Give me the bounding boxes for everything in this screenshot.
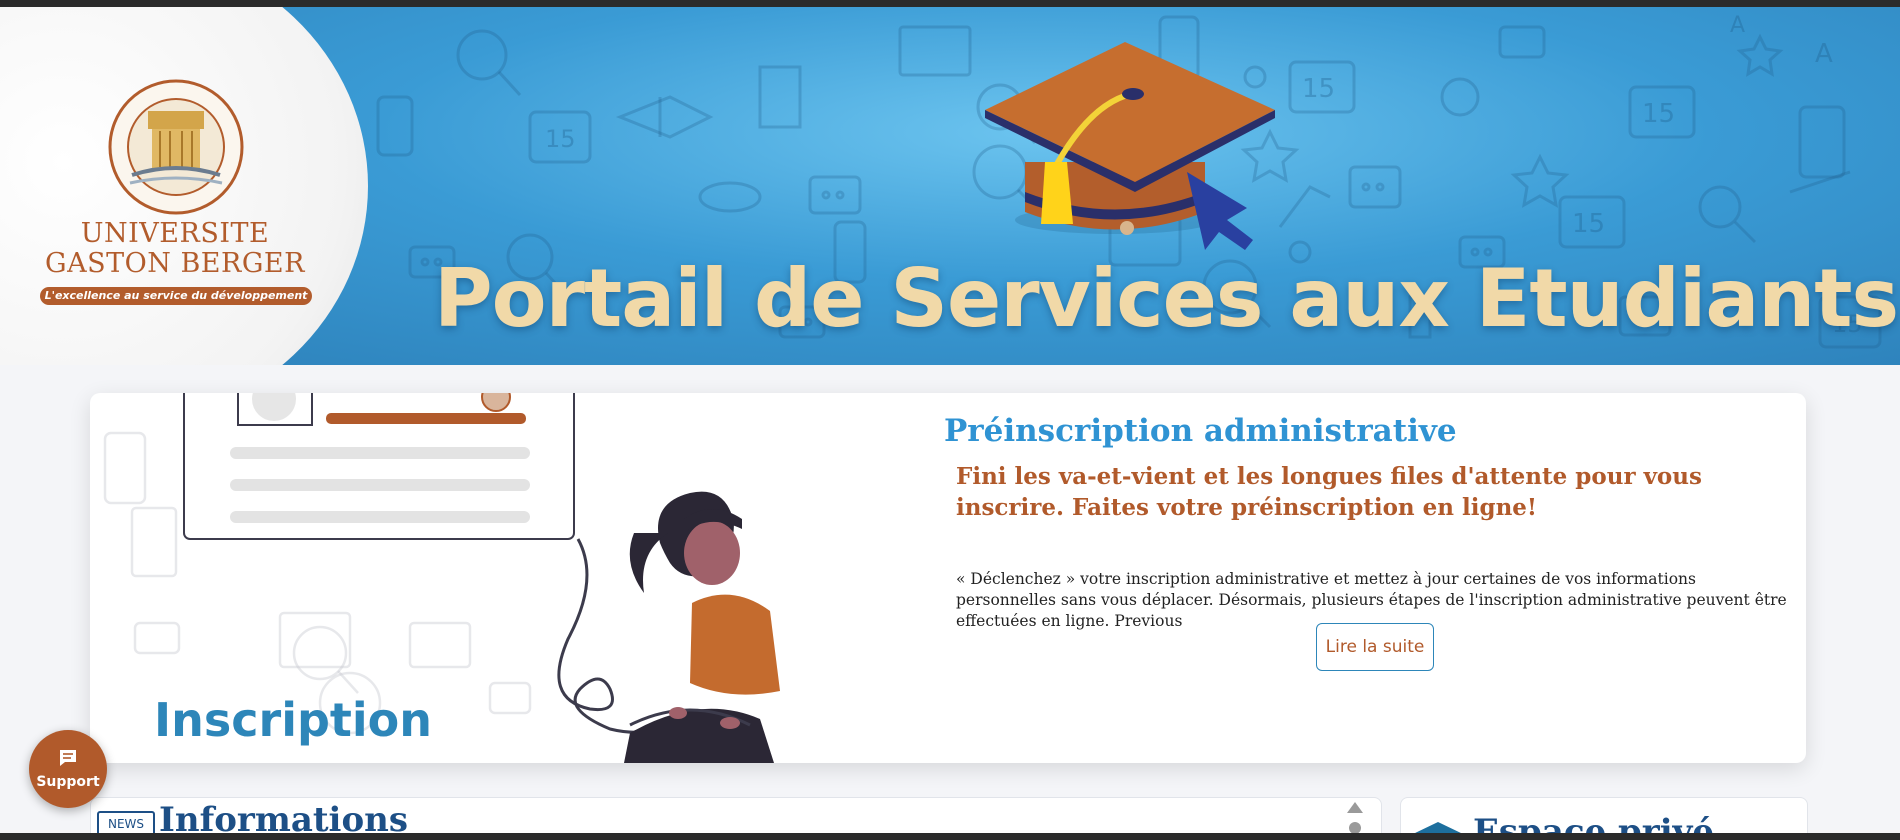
svg-text:A: A (1730, 13, 1745, 38)
svg-text:A: A (1815, 39, 1833, 69)
private-space-panel: Espace privé (1400, 797, 1808, 833)
informations-title: Informations (159, 800, 409, 833)
inscription-card: Inscription Préinscription administrativ… (90, 393, 1806, 763)
chat-icon (60, 750, 76, 766)
scrollbar-thumb[interactable] (1349, 822, 1361, 833)
portal-title: Portail de Services aux Etudiants (434, 252, 1899, 345)
svg-text:15: 15 (1302, 74, 1335, 104)
window-bottom-border (0, 833, 1900, 840)
header-banner: 15 15 15 15 15 A A UNIVERSITE GASTON BER… (0, 7, 1900, 365)
news-icon: NEWS (97, 811, 155, 833)
private-space-title: Espace privé (1473, 812, 1715, 833)
university-seal-logo (108, 79, 244, 215)
section-label: Inscription (154, 693, 432, 747)
scroll-up-arrow-icon[interactable] (1347, 802, 1363, 813)
university-tagline: L'excellence au service du développement (40, 287, 312, 305)
svg-text:15: 15 (1642, 99, 1675, 129)
university-name: UNIVERSITE GASTON BERGER (40, 219, 310, 279)
graduation-cap-illustration (985, 42, 1275, 250)
svg-text:15: 15 (545, 125, 576, 153)
university-name-line2: GASTON BERGER (45, 248, 305, 279)
support-button[interactable]: Support (29, 730, 107, 808)
informations-panel: NEWS Informations (90, 797, 1382, 833)
card-title: Préinscription administrative (944, 413, 1457, 449)
page: 15 15 15 15 15 A A UNIVERSITE GASTON BER… (0, 7, 1900, 833)
university-name-line1: UNIVERSITE (80, 218, 270, 249)
card-lead-text: Fini les va-et-vient et les longues file… (956, 463, 1702, 521)
svg-text:15: 15 (1572, 209, 1605, 239)
support-label: Support (36, 774, 100, 790)
graduation-cap-icon (1415, 822, 1461, 833)
window-top-border (0, 0, 1900, 7)
read-more-button[interactable]: Lire la suite (1316, 623, 1434, 671)
